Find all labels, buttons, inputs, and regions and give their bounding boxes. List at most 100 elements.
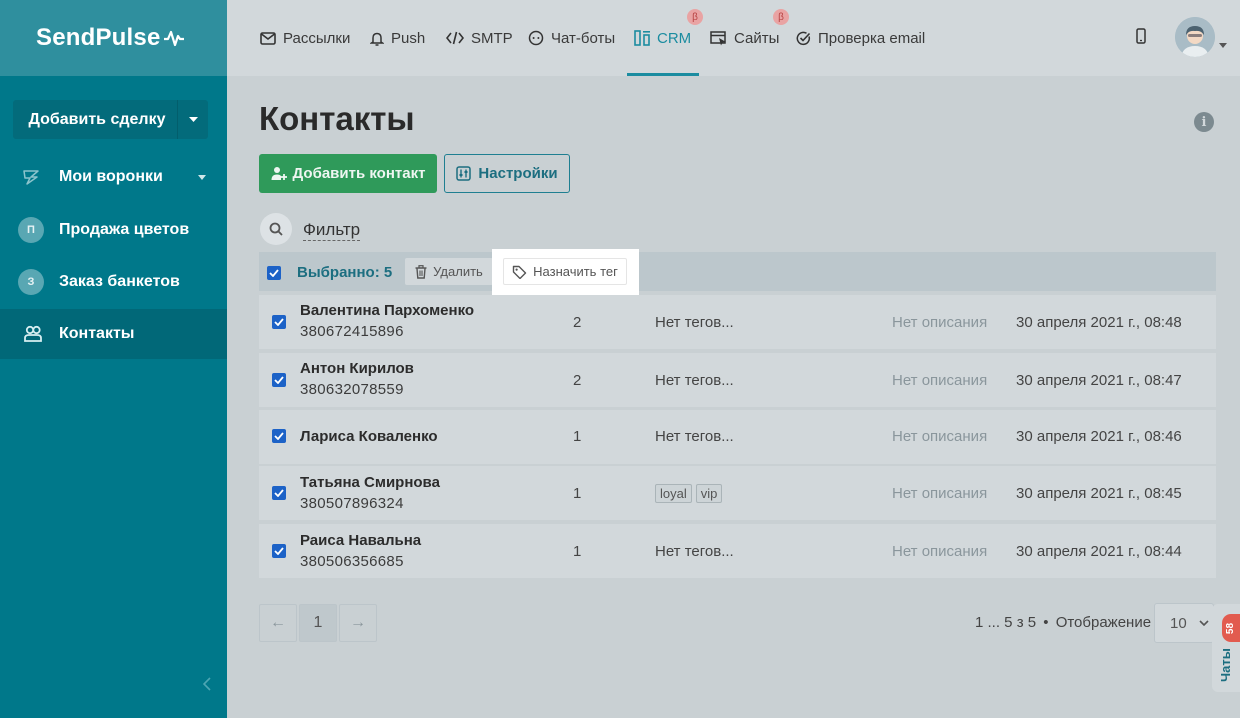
contact-name[interactable]: Лариса Коваленко [300, 428, 438, 445]
contact-date: 30 апреля 2021 г., 08:44 [1016, 543, 1182, 560]
envelope-icon [260, 31, 276, 45]
contact-name[interactable]: Антон Кирилов [300, 360, 414, 377]
tab-email-verification[interactable]: Проверка email [796, 0, 925, 76]
chevron-down-icon[interactable] [198, 175, 206, 180]
contact-count: 1 [573, 428, 582, 445]
pagination-separator: • [1043, 614, 1049, 631]
row-checkbox[interactable] [272, 373, 286, 387]
tag-chip[interactable]: loyal [655, 484, 692, 503]
row-checkbox[interactable] [272, 315, 286, 329]
row-checkbox[interactable] [272, 486, 286, 500]
chevron-down-icon [1199, 620, 1209, 626]
contact-tags[interactable]: Нет тегов... [655, 428, 734, 445]
tag-chip[interactable]: vip [695, 484, 723, 503]
table-row[interactable]: Лариса Коваленко 1 Нет тегов... Нет опис… [259, 410, 1216, 464]
assign-tag-button[interactable]: Назначить тег [503, 258, 627, 285]
table-row[interactable]: Татьяна Смирнова 380507896324 1 loyal vip… [259, 466, 1216, 520]
checkmark-icon [269, 269, 279, 277]
contact-phone: 380672415896 [300, 323, 404, 340]
page-title: Контакты [259, 100, 415, 137]
contact-name[interactable]: Валентина Пархоменко [300, 302, 474, 319]
sidebar: SendPulse Добавить сделку Мои воронки П … [0, 0, 227, 718]
settings-sliders-icon [456, 166, 472, 181]
site-icon [710, 30, 727, 46]
row-checkbox[interactable] [272, 429, 286, 443]
search-button[interactable] [260, 213, 292, 245]
contact-tags[interactable]: Нет тегов... [655, 543, 734, 560]
info-icon[interactable]: i [1194, 112, 1214, 132]
tab-label: Сайты [734, 29, 780, 47]
chevron-down-icon[interactable] [1219, 35, 1227, 53]
table-row[interactable]: Валентина Пархоменко 380672415896 2 Нет … [259, 295, 1216, 349]
top-navigation: Рассылки Push SMTP Чат-боты CRM β Сайты … [227, 0, 1240, 76]
tab-label: Рассылки [283, 29, 351, 47]
tab-label: Чат-боты [551, 29, 616, 47]
user-avatar[interactable] [1175, 17, 1215, 57]
sidebar-item-funnels[interactable]: Мои воронки [0, 152, 227, 202]
row-checkbox[interactable] [272, 544, 286, 558]
pagination-prev[interactable]: ← [259, 604, 297, 642]
contact-description: Нет описания [892, 372, 988, 389]
add-contact-button[interactable]: Добавить контакт [259, 154, 437, 193]
contact-tags[interactable]: Нет тегов... [655, 372, 734, 389]
tab-label: Проверка email [818, 29, 926, 47]
tab-label: CRM [657, 29, 692, 47]
table-row[interactable]: Раиса Навальна 380506356685 1 Нет тегов.… [259, 524, 1216, 578]
contact-name[interactable]: Раиса Навальна [300, 532, 421, 549]
sidebar-item-label: Продажа цветов [59, 221, 190, 238]
mobile-phone-icon[interactable] [1136, 28, 1146, 49]
assign-tag-label: Назначить тег [533, 264, 618, 279]
contact-date: 30 апреля 2021 г., 08:46 [1016, 428, 1182, 445]
contact-tags[interactable]: Нет тегов... [655, 314, 734, 331]
contact-count: 1 [573, 485, 582, 502]
contact-name[interactable]: Татьяна Смирнова [300, 474, 440, 491]
pagination-next[interactable]: → [339, 604, 377, 642]
pagination-page[interactable]: 1 [299, 604, 337, 642]
check-circle-icon [796, 31, 811, 46]
sidebar-item-contacts[interactable]: Контакты [0, 309, 227, 359]
contact-description: Нет описания [892, 543, 988, 560]
add-deal-label: Добавить сделку [28, 110, 166, 128]
checkmark-icon [274, 376, 284, 384]
chats-label[interactable]: Чаты [1218, 648, 1233, 682]
tab-campaigns[interactable]: Рассылки [260, 0, 350, 76]
chats-count: 58 [1225, 622, 1237, 634]
contact-description: Нет описания [892, 314, 988, 331]
bell-icon [370, 31, 384, 46]
collapse-sidebar-icon[interactable] [202, 675, 211, 696]
selection-bar [259, 252, 1216, 291]
sidebar-item-label: Мои воронки [59, 168, 163, 185]
tag-icon [512, 265, 527, 279]
per-page-select[interactable]: 10 [1154, 603, 1214, 643]
checkmark-icon [274, 318, 284, 326]
checkmark-icon [274, 547, 284, 555]
sidebar-item-banquet-orders[interactable]: З Заказ банкетов [0, 257, 227, 307]
chevron-down-icon[interactable] [178, 117, 208, 122]
sidebar-item-flower-sales[interactable]: П Продажа цветов [0, 205, 227, 255]
logo[interactable]: SendPulse [0, 0, 227, 76]
contact-phone: 380506356685 [300, 553, 404, 570]
contact-phone: 380632078559 [300, 381, 404, 398]
tab-crm[interactable]: CRM [626, 0, 700, 76]
tab-label: SMTP [471, 29, 513, 47]
beta-badge: β [687, 9, 703, 25]
filter-toggle[interactable]: Фильтр [303, 219, 361, 241]
pipeline-badge: П [18, 217, 44, 243]
tab-push[interactable]: Push [370, 0, 425, 76]
tab-smtp[interactable]: SMTP [446, 0, 513, 76]
table-row[interactable]: Антон Кирилов 380632078559 2 Нет тегов..… [259, 353, 1216, 407]
trash-icon [415, 264, 427, 279]
funnel-icon [18, 164, 44, 190]
settings-button[interactable]: Настройки [444, 154, 570, 193]
tab-chatbots[interactable]: Чат-боты [528, 0, 615, 76]
contact-date: 30 апреля 2021 г., 08:48 [1016, 314, 1182, 331]
pulse-logo-icon [163, 30, 184, 47]
logo-text: SendPulse [36, 24, 161, 51]
tab-sites[interactable]: Сайты [710, 0, 779, 76]
delete-button[interactable]: Удалить [405, 258, 493, 285]
select-all-checkbox[interactable] [267, 266, 281, 280]
add-deal-button[interactable]: Добавить сделку [13, 100, 208, 139]
chats-count-badge: 58 [1222, 614, 1240, 642]
contact-count: 2 [573, 372, 582, 389]
delete-label: Удалить [433, 264, 483, 279]
